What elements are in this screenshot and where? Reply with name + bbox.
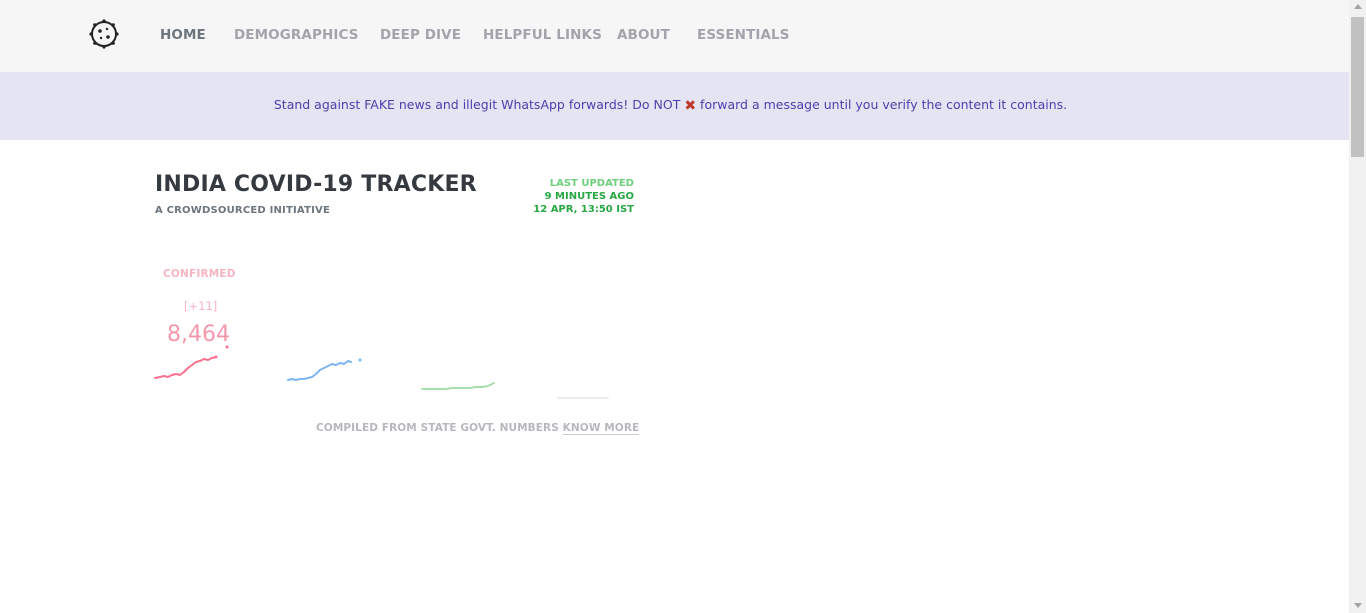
nav-item-helpful-links[interactable]: HELPFUL LINKS	[483, 27, 602, 43]
last-updated: LAST UPDATED 9 MINUTES AGO 12 APR, 13:50…	[533, 177, 634, 216]
banner-text-after: forward a message until you verify the c…	[700, 97, 1068, 112]
last-updated-relative: 9 MINUTES AGO	[544, 191, 634, 202]
nav-item-about[interactable]: ABOUT	[617, 27, 670, 43]
know-more-link[interactable]: KNOW MORE	[562, 422, 640, 435]
confirmed-label: CONFIRMED	[163, 268, 236, 280]
page-subtitle: A CROWDSOURCED INITIATIVE	[155, 205, 330, 216]
compiled-text: COMPILED FROM STATE GOVT. NUMBERS	[316, 422, 559, 434]
top-navbar: HOME DEMOGRAPHICS DEEP DIVE HELPFUL LINK…	[0, 0, 1349, 72]
page-title: INDIA COVID-19 TRACKER	[155, 172, 477, 197]
last-updated-label: LAST UPDATED	[549, 178, 634, 189]
virus-icon[interactable]	[88, 18, 120, 50]
cross-mark-icon: ✖	[684, 98, 697, 114]
confirmed-delta: [+11]	[184, 299, 218, 313]
deceased-sparkline	[557, 397, 609, 399]
recovered-sparkline	[421, 382, 495, 390]
nav-item-demographics[interactable]: DEMOGRAPHICS	[234, 27, 359, 43]
scroll-down-arrow-icon[interactable]	[1354, 603, 1362, 608]
fake-news-banner: Stand against FAKE news and illegit What…	[0, 72, 1349, 140]
nav-item-essentials[interactable]: ESSENTIALS	[697, 27, 790, 43]
banner-text-before: Stand against FAKE news and illegit What…	[273, 97, 681, 112]
banner-message: Stand against FAKE news and illegit What…	[0, 97, 1341, 114]
nav-item-home[interactable]: HOME	[160, 27, 206, 43]
compiled-note: COMPILED FROM STATE GOVT. NUMBERS KNOW M…	[316, 422, 640, 435]
scroll-up-arrow-icon[interactable]	[1354, 4, 1362, 9]
nav-item-deep-dive[interactable]: DEEP DIVE	[380, 27, 461, 43]
confirmed-sparkline	[154, 345, 229, 379]
page: HOME DEMOGRAPHICS DEEP DIVE HELPFUL LINK…	[0, 0, 1366, 613]
scrollbar-thumb[interactable]	[1351, 17, 1364, 157]
last-updated-time: 12 APR, 13:50 IST	[533, 204, 634, 215]
active-sparkline	[287, 358, 362, 381]
